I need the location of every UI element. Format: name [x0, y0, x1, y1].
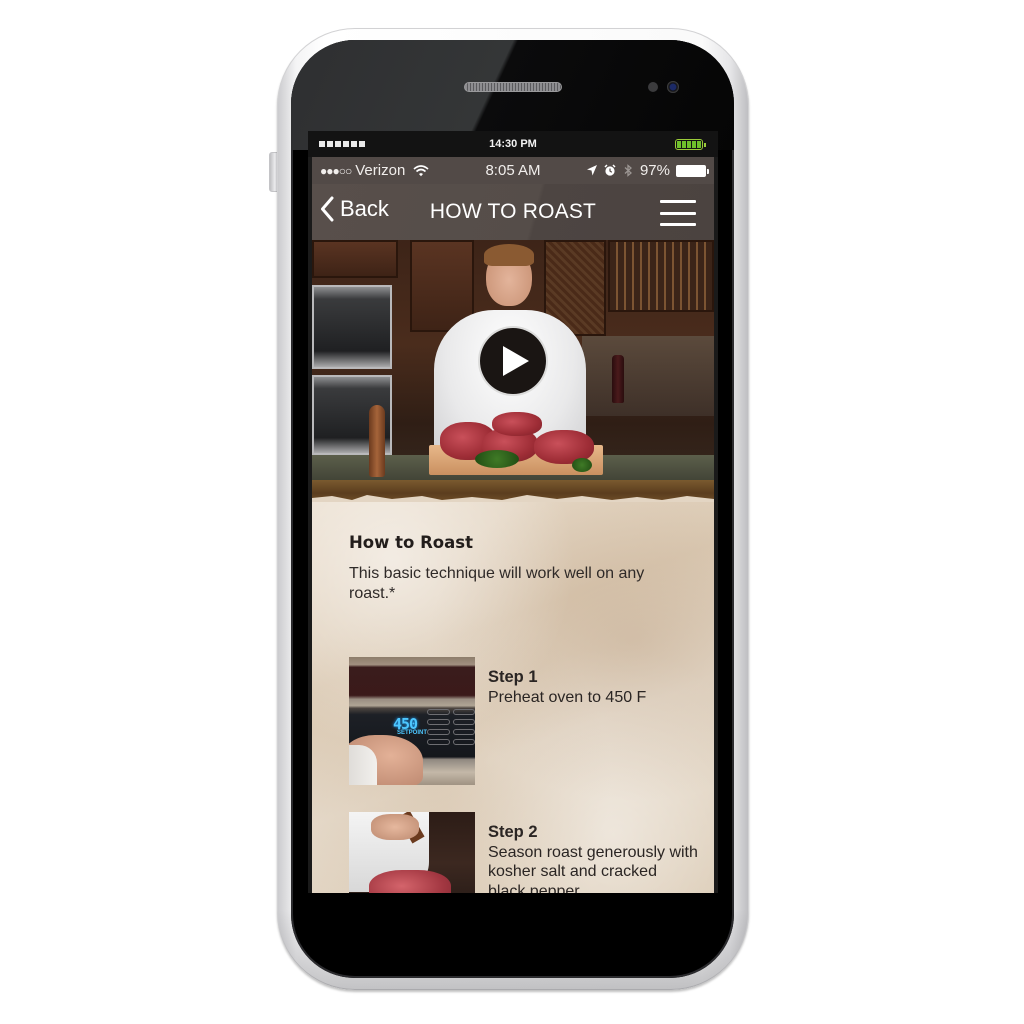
- alarm-clock-icon: [604, 164, 616, 176]
- chevron-left-icon: [321, 196, 334, 222]
- wall-oven: [312, 285, 392, 369]
- sleeve: [349, 745, 377, 785]
- play-icon: [503, 346, 529, 376]
- location-arrow-icon: [586, 165, 597, 176]
- navigation-bar: Back HOW TO ROAST: [312, 184, 714, 240]
- status-bar: ●●●○○ Verizon 8:05 AM 97%: [312, 157, 714, 184]
- step-description: Preheat oven to 450 F: [488, 688, 647, 706]
- pepper-mill: [369, 405, 385, 477]
- phone-screen: 14:30 PM ●●●○○ Verizon 8:05 AM 97% Back …: [308, 131, 718, 893]
- battery-icon: [676, 164, 709, 177]
- hand: [371, 814, 419, 840]
- rib-roast: [369, 870, 451, 893]
- play-button[interactable]: [478, 326, 548, 396]
- earpiece-speaker: [464, 82, 562, 92]
- step-2-image: [349, 812, 475, 893]
- device-system-bar: 14:30 PM: [308, 131, 718, 157]
- torn-paper-edge: [312, 495, 714, 502]
- step-1-image: 450 SETPOINT: [349, 657, 475, 785]
- back-button[interactable]: Back: [320, 196, 389, 222]
- step-description: Season roast generously with kosher salt…: [488, 843, 698, 894]
- step-1-text: Step 1 Preheat oven to 450 F: [488, 668, 698, 707]
- bluetooth-icon: [624, 164, 632, 177]
- backsplash: [582, 336, 714, 416]
- back-button-label: Back: [340, 196, 389, 221]
- system-battery-icon: [675, 139, 706, 150]
- hamburger-menu-icon[interactable]: [660, 200, 696, 226]
- plate-rack: [608, 240, 714, 312]
- status-icons: 97%: [586, 162, 709, 179]
- chef-hair: [484, 244, 534, 266]
- parsley-garnish: [475, 450, 519, 468]
- front-camera-icon: [667, 81, 679, 93]
- step-label: Step 2: [488, 823, 538, 841]
- wine-bottle: [612, 355, 624, 403]
- proximity-sensor: [648, 82, 658, 92]
- battery-percent: 97%: [639, 162, 670, 179]
- app-window: ●●●○○ Verizon 8:05 AM 97% Back HOW TO RO…: [312, 157, 714, 893]
- content-panel: How to Roast This basic technique will w…: [312, 502, 714, 893]
- section-title: How to Roast: [349, 533, 473, 552]
- video-player[interactable]: [312, 240, 714, 502]
- step-2-text: Step 2 Season roast generously with kosh…: [488, 823, 698, 893]
- parsley-garnish: [572, 458, 592, 472]
- oven-keypad: [427, 709, 475, 745]
- kitchen-cabinet: [312, 240, 398, 278]
- section-description: This basic technique will work well on a…: [349, 565, 645, 602]
- oven-display-caption: SETPOINT: [397, 730, 428, 736]
- step-label: Step 1: [488, 668, 538, 686]
- roast-cut: [492, 412, 542, 436]
- system-time: 14:30 PM: [489, 138, 537, 150]
